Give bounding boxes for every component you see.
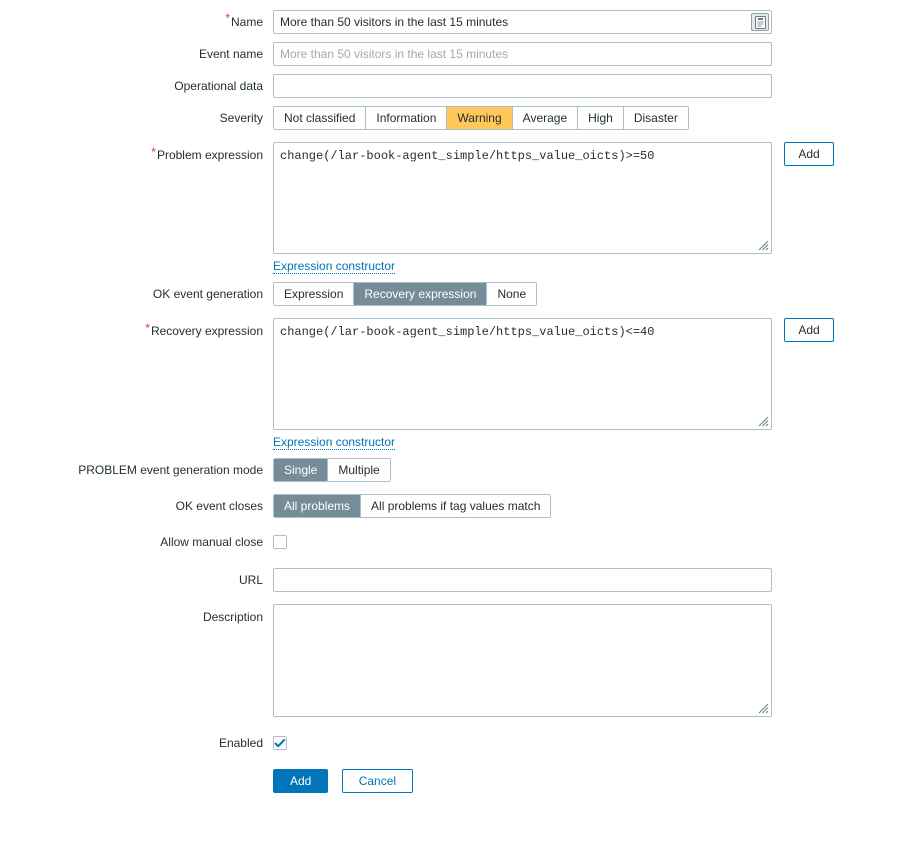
label-operational-data: Operational data (174, 79, 263, 93)
ok-event-generation-option-recovery-expression[interactable]: Recovery expression (354, 283, 488, 305)
cancel-button[interactable]: Cancel (341, 769, 414, 793)
required-asterisk-recovery-expression: * (145, 321, 150, 335)
label-url: URL (238, 573, 263, 587)
label-problem-expression-text: Problem expression (156, 148, 263, 162)
field-severity: Not classified Information Warning Avera… (273, 106, 918, 130)
label-severity: Severity (219, 111, 263, 125)
problem-event-generation-mode-segmented-control: Single Multiple (273, 458, 391, 482)
allow-manual-close-checkbox[interactable] (273, 535, 287, 549)
clipboard-icon (754, 15, 766, 29)
recovery-expression-textarea-wrap (273, 318, 772, 430)
recovery-expression-constructor-link[interactable]: Expression constructor (273, 435, 396, 450)
field-ok-event-generation: Expression Recovery expression None (273, 282, 918, 306)
severity-option-disaster[interactable]: Disaster (623, 107, 688, 129)
recovery-expression-add-button[interactable]: Add (784, 318, 834, 342)
field-row-problem-expression: *Problem expression Add (0, 142, 918, 254)
field-operational-data (273, 74, 918, 98)
recovery-expression-textarea[interactable] (273, 318, 772, 430)
field-row-recovery-expression: *Recovery expression Add (0, 318, 918, 430)
field-row-name: *Name (0, 10, 918, 34)
field-name (273, 10, 918, 34)
field-recovery-constructor: Expression constructor (273, 434, 918, 450)
field-url (273, 568, 918, 592)
problem-expression-add-button[interactable]: Add (784, 142, 834, 166)
field-description (273, 604, 918, 717)
label-recovery-expression: *Recovery expression (0, 318, 273, 342)
operational-data-input[interactable] (273, 74, 772, 98)
field-row-url: URL (0, 568, 918, 592)
ok-event-generation-option-none[interactable]: None (487, 283, 537, 305)
field-recovery-expression: Add (273, 318, 918, 430)
submit-add-button[interactable]: Add (273, 769, 329, 793)
label-name-text: Name (230, 15, 263, 29)
required-asterisk-name: * (225, 11, 230, 25)
field-allow-manual-close (273, 530, 918, 552)
field-row-severity: Severity Not classified Information Warn… (0, 106, 918, 130)
problem-expression-constructor-link[interactable]: Expression constructor (273, 259, 396, 274)
field-row-problem-event-generation-mode: PROBLEM event generation mode Single Mul… (0, 458, 918, 482)
url-input[interactable] (273, 568, 772, 592)
label-enabled: Enabled (218, 736, 263, 750)
ok-event-generation-option-expression[interactable]: Expression (274, 283, 355, 305)
problem-expression-row: Add (273, 142, 918, 254)
field-row-allow-manual-close: Allow manual close (0, 530, 918, 554)
severity-option-not-classified[interactable]: Not classified (274, 107, 367, 129)
description-textarea[interactable] (273, 604, 772, 717)
label-ok-event-closes: OK event closes (175, 499, 263, 513)
name-input[interactable] (273, 10, 772, 34)
form-footer: Add Cancel (0, 769, 918, 793)
description-textarea-wrap (273, 604, 772, 717)
problem-expression-textarea-wrap (273, 142, 772, 254)
spacer-recovery-constructor (0, 434, 273, 450)
enabled-checkbox[interactable] (273, 736, 287, 750)
label-problem-expression: *Problem expression (0, 142, 273, 166)
field-row-event-name: Event name (0, 42, 918, 66)
problem-event-generation-mode-option-single[interactable]: Single (274, 459, 329, 481)
name-input-wrap (273, 10, 772, 34)
field-row-description: Description (0, 604, 918, 717)
field-row-enabled: Enabled (0, 731, 918, 755)
ok-event-closes-option-all-problems[interactable]: All problems (274, 495, 362, 517)
field-row-operational-data: Operational data (0, 74, 918, 98)
severity-segmented-control: Not classified Information Warning Avera… (273, 106, 689, 130)
field-problem-event-generation-mode: Single Multiple (273, 458, 918, 482)
recovery-expression-row: Add (273, 318, 918, 430)
field-problem-constructor: Expression constructor (273, 258, 918, 274)
field-problem-expression: Add (273, 142, 918, 254)
field-row-ok-event-closes: OK event closes All problems All problem… (0, 494, 918, 518)
recovery-expression-constructor-row: Expression constructor (0, 434, 918, 450)
checkmark-icon (274, 738, 286, 748)
field-footer-buttons: Add Cancel (273, 769, 918, 793)
spacer-problem-constructor (0, 258, 273, 274)
ok-event-closes-option-tag-values-match[interactable]: All problems if tag values match (361, 495, 551, 517)
clipboard-icon-button[interactable] (751, 13, 769, 31)
field-event-name (273, 42, 918, 66)
severity-option-information[interactable]: Information (366, 107, 448, 129)
label-ok-event-generation: OK event generation (152, 287, 263, 301)
label-recovery-expression-text: Recovery expression (150, 324, 263, 338)
label-problem-event-generation-mode: PROBLEM event generation mode (78, 463, 263, 477)
severity-option-average[interactable]: Average (512, 107, 579, 129)
severity-option-warning[interactable]: Warning (447, 107, 513, 129)
problem-event-generation-mode-option-multiple[interactable]: Multiple (328, 459, 390, 481)
ok-event-generation-segmented-control: Expression Recovery expression None (273, 282, 538, 306)
label-event-name: Event name (198, 47, 263, 61)
label-allow-manual-close: Allow manual close (160, 535, 263, 549)
severity-option-high[interactable]: High (578, 107, 624, 129)
event-name-input[interactable] (273, 42, 772, 66)
label-description: Description (202, 610, 263, 624)
trigger-configuration-form: *Name Event name Operational data Seve (0, 0, 918, 793)
required-asterisk-problem-expression: * (151, 145, 156, 159)
problem-expression-textarea[interactable] (273, 142, 772, 254)
ok-event-closes-segmented-control: All problems All problems if tag values … (273, 494, 552, 518)
label-name: *Name (0, 10, 273, 34)
field-enabled (273, 731, 918, 751)
problem-expression-constructor-row: Expression constructor (0, 258, 918, 274)
field-row-ok-event-generation: OK event generation Expression Recovery … (0, 282, 918, 306)
field-ok-event-closes: All problems All problems if tag values … (273, 494, 918, 518)
